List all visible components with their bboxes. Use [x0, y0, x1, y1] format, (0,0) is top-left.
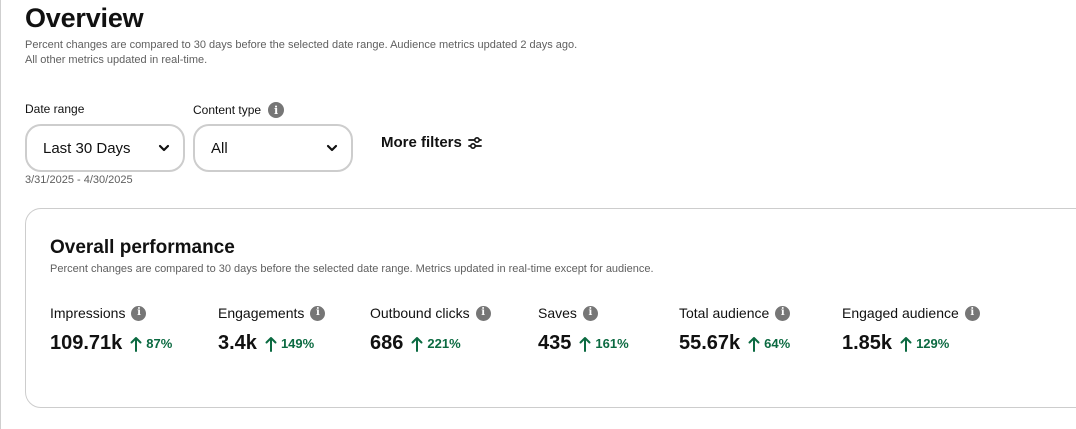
metric-label: Total audience — [679, 305, 770, 321]
metric-row: 435 161% — [538, 332, 629, 355]
metric-label-wrap: Engagements i — [218, 304, 326, 322]
metric-change: 129% — [900, 336, 949, 352]
date-range-label: Date range — [25, 102, 85, 116]
info-icon[interactable]: i — [131, 305, 147, 321]
content-type-select[interactable]: All — [193, 124, 353, 172]
content-type-value: All — [211, 139, 228, 157]
metric-label: Engaged audience — [842, 305, 959, 321]
metric-label: Outbound clicks — [370, 305, 470, 321]
card-subtitle: Percent changes are compared to 30 days … — [50, 263, 654, 275]
metric-row: 3.4k 149% — [218, 332, 325, 355]
info-icon[interactable]: i — [964, 305, 980, 321]
metric-engagements[interactable]: Engagements i 3.4k 149% — [218, 304, 326, 355]
page-subtitle: Percent changes are compared to 30 days … — [25, 39, 578, 66]
chevron-down-icon — [157, 141, 171, 155]
arrow-up-icon — [265, 336, 277, 352]
card-title: Overall performance — [50, 237, 235, 258]
metric-value: 686 — [370, 332, 404, 354]
metric-row: 686 221% — [370, 332, 491, 355]
metric-change: 161% — [579, 336, 629, 352]
arrow-up-icon — [579, 336, 591, 352]
metric-saves[interactable]: Saves i 435 161% — [538, 304, 629, 355]
page-title: Overview — [25, 3, 144, 33]
chevron-down-icon — [325, 141, 339, 155]
metric-change-value: 64% — [764, 336, 791, 351]
info-icon[interactable]: i — [310, 305, 326, 321]
metric-label-wrap: Outbound clicks i — [370, 304, 491, 322]
metric-row: 1.85k 129% — [842, 332, 980, 355]
metric-change: 87% — [130, 336, 172, 352]
metric-change-value: 129% — [916, 336, 950, 351]
metric-label-wrap: Impressions i — [50, 304, 172, 322]
overall-performance-card: Overall performance Percent changes are … — [25, 208, 1076, 408]
date-range-select[interactable]: Last 30 Days — [25, 124, 185, 172]
arrow-up-icon — [411, 336, 423, 352]
date-range-hint: 3/31/2025 - 4/30/2025 — [25, 174, 133, 186]
date-range-label-wrap: Date range — [25, 102, 84, 116]
metric-label: Impressions — [50, 305, 126, 321]
metric-change-value: 221% — [427, 336, 461, 351]
metric-label: Saves — [538, 305, 577, 321]
metric-change: 221% — [411, 336, 461, 352]
metric-value: 435 — [538, 332, 572, 354]
metric-value: 55.67k — [679, 332, 741, 354]
date-range-value: Last 30 Days — [43, 139, 131, 157]
metric-row: 109.71k 87% — [50, 332, 172, 355]
info-icon[interactable]: i — [268, 102, 285, 118]
metric-label-wrap: Saves i — [538, 304, 629, 322]
metric-impressions[interactable]: Impressions i 109.71k 87% — [50, 304, 172, 355]
content-type-label: Content type — [193, 103, 262, 117]
metric-change-value: 149% — [280, 336, 315, 351]
left-divider — [0, 0, 1, 429]
analytics-overview-page: Overview Percent changes are compared to… — [0, 0, 1076, 429]
metric-value: 1.85k — [842, 332, 893, 354]
arrow-up-icon — [748, 336, 760, 352]
filter-sliders-icon — [467, 136, 482, 150]
metric-label: Engagements — [218, 305, 305, 321]
metric-outbound-clicks[interactable]: Outbound clicks i 686 221% — [370, 304, 491, 355]
metric-total-audience[interactable]: Total audience i 55.67k 64% — [679, 304, 791, 355]
metric-engaged-audience[interactable]: Engaged audience i 1.85k 129% — [842, 304, 980, 355]
arrow-up-icon — [900, 336, 912, 352]
more-filters-label: More filters — [381, 134, 462, 151]
content-type-label-wrap: Content type i — [193, 102, 285, 118]
metric-value: 109.71k — [50, 332, 123, 354]
arrow-up-icon — [130, 336, 142, 352]
info-icon[interactable]: i — [475, 305, 491, 321]
more-filters-button[interactable]: More filters — [381, 134, 482, 151]
info-icon[interactable]: i — [775, 305, 791, 321]
info-icon[interactable]: i — [582, 305, 598, 321]
metric-change-value: 87% — [146, 336, 173, 351]
metric-label-wrap: Total audience i — [679, 304, 791, 322]
metric-change: 149% — [265, 336, 314, 352]
metric-row: 55.67k 64% — [679, 332, 790, 355]
metric-change-value: 161% — [595, 336, 629, 351]
metric-value: 3.4k — [218, 332, 257, 354]
metric-label-wrap: Engaged audience i — [842, 304, 980, 322]
metric-change: 64% — [748, 336, 790, 352]
